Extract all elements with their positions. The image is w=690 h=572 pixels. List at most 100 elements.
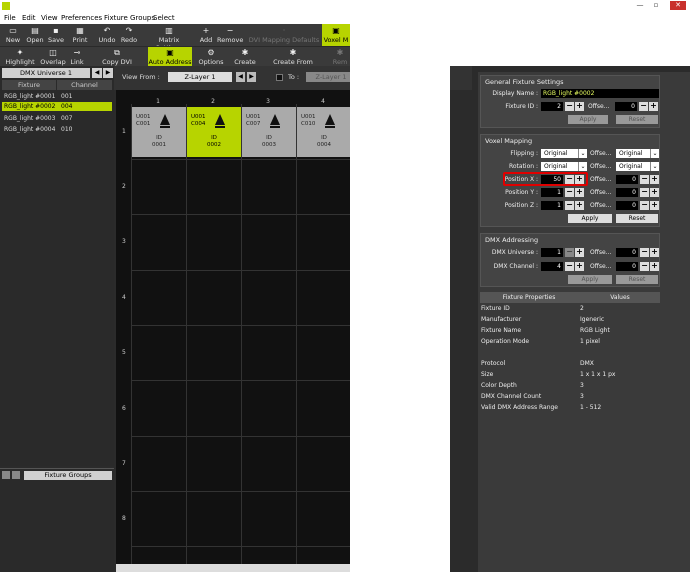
- create-button[interactable]: ✱ Create: [234, 48, 256, 66]
- position-y-increment[interactable]: +: [575, 188, 584, 197]
- position-y-offset-decrement[interactable]: −: [640, 188, 649, 197]
- position-y-decrement[interactable]: −: [565, 188, 574, 197]
- fixture-id-offset-increment[interactable]: +: [649, 102, 658, 111]
- next-universe-button[interactable]: ▶: [103, 68, 113, 78]
- view-next-button[interactable]: ▶: [247, 72, 256, 82]
- save-button[interactable]: ▪ Save: [47, 26, 65, 44]
- menu-preferences[interactable]: Preferences: [61, 14, 102, 22]
- view-prev-button[interactable]: ◀: [236, 72, 245, 82]
- fixture-row[interactable]: RGB_light #0001 001: [2, 92, 112, 101]
- voxel-reset-button[interactable]: Reset: [616, 214, 658, 223]
- voxel-apply-button[interactable]: Apply: [568, 214, 612, 223]
- fixture-row-selected[interactable]: RGB_light #0002 004: [2, 102, 112, 111]
- position-z-offset-increment[interactable]: +: [650, 201, 659, 210]
- dmx-universe-input[interactable]: 1: [541, 248, 563, 257]
- dvi-mapping-defaults-button[interactable]: · DVI Mapping Defaults: [247, 26, 321, 44]
- voxel-cell[interactable]: U001 C010 ID 0004: [297, 107, 350, 157]
- remove-selection-button[interactable]: ✱ Rem: [330, 48, 350, 66]
- overlap-button[interactable]: ◫ Overlap: [39, 48, 67, 66]
- highlight-button[interactable]: ✦ Highlight: [4, 48, 36, 66]
- menu-fixture-groups[interactable]: Fixture Groups: [104, 14, 155, 22]
- position-x-offset-input[interactable]: 0: [616, 175, 638, 184]
- col-fixture-header[interactable]: Fixture: [2, 80, 56, 90]
- voxel-mapping-button[interactable]: ▣ Voxel M: [322, 24, 350, 46]
- voxel-cell[interactable]: U001 C007 ID 0003: [242, 107, 296, 157]
- open-button[interactable]: ▤ Open: [25, 26, 45, 44]
- auto-address-button[interactable]: ▣ Auto Address: [148, 47, 192, 66]
- chevron-down-icon[interactable]: ⌄: [578, 162, 587, 171]
- chevron-down-icon[interactable]: ⌄: [650, 162, 659, 171]
- general-reset-button[interactable]: Reset: [616, 115, 658, 124]
- position-y-input[interactable]: 1: [541, 188, 563, 197]
- position-z-offset-decrement[interactable]: −: [640, 201, 649, 210]
- options-button[interactable]: ⚙ Options: [198, 48, 224, 66]
- fixture-id-input[interactable]: 2: [541, 102, 563, 111]
- dmx-channel-offset-input[interactable]: 0: [616, 262, 638, 271]
- prev-universe-button[interactable]: ◀: [92, 68, 102, 78]
- position-x-increment[interactable]: +: [575, 175, 584, 184]
- fixture-id-offset-decrement[interactable]: −: [639, 102, 648, 111]
- close-icon[interactable]: ✕: [670, 1, 686, 10]
- dmx-universe-decrement[interactable]: −: [565, 248, 574, 257]
- voxel-grid[interactable]: [116, 90, 350, 564]
- position-x-offset-decrement[interactable]: −: [640, 175, 649, 184]
- fixture-id-increment[interactable]: +: [575, 102, 584, 111]
- flipping-select[interactable]: Original: [541, 149, 579, 158]
- voxel-cell[interactable]: U001 C001 ID 0001: [132, 107, 186, 157]
- position-z-increment[interactable]: +: [575, 201, 584, 210]
- rotation-offset-select[interactable]: Original: [616, 162, 650, 171]
- remove-button[interactable]: − Remove: [217, 26, 243, 44]
- position-x-decrement[interactable]: −: [565, 175, 574, 184]
- chevron-down-icon[interactable]: ⌄: [650, 149, 659, 158]
- dmx-universe-offset-input[interactable]: 0: [616, 248, 638, 257]
- link-button[interactable]: ⊸ Link: [68, 48, 86, 66]
- dmx-reset-button[interactable]: Reset: [616, 275, 658, 284]
- general-apply-button[interactable]: Apply: [568, 115, 608, 124]
- position-z-offset-input[interactable]: 0: [616, 201, 638, 210]
- position-z-input[interactable]: 1: [541, 201, 563, 210]
- fixture-id-offset-input[interactable]: 0: [615, 102, 637, 111]
- dmx-apply-button[interactable]: Apply: [568, 275, 612, 284]
- fixture-row[interactable]: RGB_light #0003 007: [2, 114, 112, 123]
- add-button[interactable]: + Add: [197, 26, 215, 44]
- print-button[interactable]: ▦ Print: [70, 26, 90, 44]
- fixture-row[interactable]: RGB_light #0004 010: [2, 125, 112, 134]
- dmx-universe-offset-increment[interactable]: +: [650, 248, 659, 257]
- horizontal-scrollbar[interactable]: [116, 564, 350, 572]
- dmx-channel-offset-decrement[interactable]: −: [640, 262, 649, 271]
- maximize-icon[interactable]: ▫: [650, 1, 662, 10]
- col-channel-header[interactable]: Channel: [57, 80, 112, 90]
- flipping-offset-select[interactable]: Original: [616, 149, 650, 158]
- voxel-cell-selected[interactable]: U001 C004 ID 0002: [187, 107, 241, 157]
- fg-icon-1[interactable]: [2, 471, 10, 479]
- to-checkbox[interactable]: [276, 74, 283, 81]
- fg-icon-2[interactable]: [12, 471, 20, 479]
- new-button[interactable]: ▭ New: [4, 26, 22, 44]
- chevron-down-icon[interactable]: ⌄: [578, 149, 587, 158]
- position-x-input[interactable]: 50: [541, 175, 563, 184]
- position-x-offset-increment[interactable]: +: [650, 175, 659, 184]
- fixture-id-decrement[interactable]: −: [565, 102, 574, 111]
- position-y-offset-input[interactable]: 0: [616, 188, 638, 197]
- minimize-icon[interactable]: —: [634, 1, 646, 10]
- rotation-select[interactable]: Original: [541, 162, 579, 171]
- position-y-offset-increment[interactable]: +: [650, 188, 659, 197]
- display-name-input[interactable]: RGB_light #0002: [541, 89, 659, 98]
- view-from-select[interactable]: Z-Layer 1: [168, 72, 232, 82]
- dmx-channel-offset-increment[interactable]: +: [650, 262, 659, 271]
- view-to-select[interactable]: Z-Layer 1: [306, 72, 350, 82]
- undo-button[interactable]: ↶ Undo: [98, 26, 116, 44]
- dmx-channel-decrement[interactable]: −: [565, 262, 574, 271]
- position-z-decrement[interactable]: −: [565, 201, 574, 210]
- menu-file[interactable]: File: [4, 14, 16, 22]
- menu-view[interactable]: View: [41, 14, 58, 22]
- dmx-universe-offset-decrement[interactable]: −: [640, 248, 649, 257]
- menu-select[interactable]: Select: [153, 14, 175, 22]
- dmx-channel-increment[interactable]: +: [575, 262, 584, 271]
- dmx-channel-input[interactable]: 4: [541, 262, 563, 271]
- fixture-arrow-icon: [325, 114, 335, 125]
- menu-edit[interactable]: Edit: [22, 14, 36, 22]
- app-window: File Edit View Preferences Fixture Group…: [0, 0, 690, 572]
- redo-button[interactable]: ↷ Redo: [120, 26, 138, 44]
- dmx-universe-increment[interactable]: +: [575, 248, 584, 257]
